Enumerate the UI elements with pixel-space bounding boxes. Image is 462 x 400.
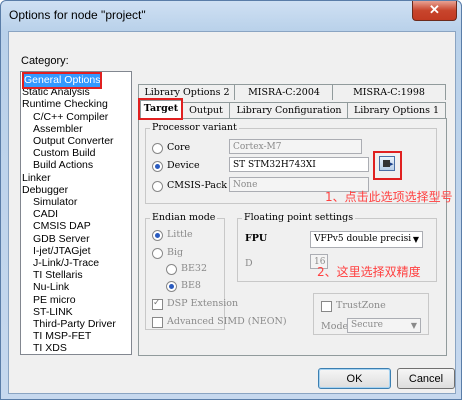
core-label: Core xyxy=(167,142,191,153)
category-item[interactable]: ST-LINK xyxy=(33,306,73,319)
category-item[interactable]: Assembler xyxy=(33,123,83,136)
little-label: Little xyxy=(167,229,193,240)
device-chip-icon xyxy=(383,160,390,167)
big-label: Big xyxy=(167,247,184,258)
category-item[interactable]: CMSIS DAP xyxy=(33,220,91,233)
category-item[interactable]: Runtime Checking xyxy=(22,98,108,111)
be8-label: BE8 xyxy=(181,280,201,291)
little-endian-radio[interactable] xyxy=(152,230,163,241)
target-tab-highlight xyxy=(138,98,183,120)
endian-mode-label: Endian mode xyxy=(150,212,218,223)
category-item[interactable]: Debugger xyxy=(22,184,68,197)
be8-radio[interactable] xyxy=(166,281,177,292)
title-bar[interactable]: Options for node "project" ✕ xyxy=(1,1,461,31)
chevron-down-icon: ▼ xyxy=(412,235,419,244)
be32-radio[interactable] xyxy=(166,264,177,275)
tab-misra-c-1998[interactable]: MISRA-C:1998 xyxy=(332,84,446,100)
target-panel: Processor variant Core Cortex-M7 Device … xyxy=(138,118,453,356)
advanced-simd-checkbox[interactable] xyxy=(152,317,163,328)
core-radio[interactable] xyxy=(152,143,163,154)
general-options-highlight xyxy=(22,72,102,89)
category-item[interactable]: CADI xyxy=(33,208,58,221)
category-item[interactable]: Linker xyxy=(22,172,51,185)
cancel-button[interactable]: Cancel xyxy=(397,368,455,389)
mode-dropdown[interactable]: Secure ▼ xyxy=(347,318,421,333)
tab-misra-c-2004[interactable]: MISRA-C:2004 xyxy=(234,84,334,100)
category-item[interactable]: TI XDS xyxy=(33,342,67,354)
dsp-extension-checkbox[interactable]: ✓ xyxy=(152,297,163,310)
advanced-simd-label: Advanced SIMD (NEON) xyxy=(167,316,287,327)
fpu-value: VFPv5 double precisi xyxy=(314,234,412,244)
cmsis-pack-radio[interactable] xyxy=(152,181,163,192)
tab-output[interactable]: Output xyxy=(181,102,231,118)
mode-value: Secure xyxy=(351,320,383,330)
category-item[interactable]: GDB Server xyxy=(33,233,90,246)
d-label: D xyxy=(245,258,253,269)
device-value-field[interactable]: ST STM32H743XI xyxy=(229,157,369,172)
select-device-button[interactable]: ▸ xyxy=(379,156,395,171)
category-item[interactable]: Build Actions xyxy=(33,159,93,172)
trustzone-label: TrustZone xyxy=(336,300,386,311)
processor-variant-label: Processor variant xyxy=(150,122,239,133)
category-list[interactable]: General Options Static Analysis Runtime Ch… xyxy=(20,71,132,355)
annotation-step-1: 1、点击此选项选择型号 xyxy=(325,190,453,204)
check-icon: ✓ xyxy=(153,297,161,307)
options-dialog: Options for node "project" ✕ Category: G… xyxy=(0,0,462,400)
dsp-extension-label: DSP Extension xyxy=(167,298,239,309)
chevron-down-icon: ▼ xyxy=(410,321,417,330)
category-item[interactable]: C/C++ Compiler xyxy=(33,111,108,124)
category-item[interactable]: TI Stellaris xyxy=(33,269,83,282)
close-button[interactable]: ✕ xyxy=(412,1,457,21)
category-item[interactable]: PE micro xyxy=(33,294,76,307)
core-value-field: Cortex-M7 xyxy=(229,139,362,154)
fpu-label: FPU xyxy=(245,233,268,244)
window-title: Options for node "project" xyxy=(9,8,146,22)
category-item[interactable]: J-Link/J-Trace xyxy=(33,257,99,270)
category-item[interactable]: Simulator xyxy=(33,196,77,209)
mode-label: Mode xyxy=(321,321,349,332)
tab-library-options-1[interactable]: Library Options 1 xyxy=(347,102,446,118)
trustzone-checkbox[interactable] xyxy=(321,301,332,312)
cmsis-pack-label: CMSIS-Pack xyxy=(167,180,228,191)
category-item[interactable]: I-jet/JTAGjet xyxy=(33,245,91,258)
floating-point-label: Floating point settings xyxy=(242,212,356,223)
category-item[interactable]: Output Converter xyxy=(33,135,114,148)
category-item[interactable]: Custom Build xyxy=(33,147,95,160)
category-item[interactable]: Nu-Link xyxy=(33,281,69,294)
big-endian-radio[interactable] xyxy=(152,248,163,259)
device-radio[interactable] xyxy=(152,161,163,172)
category-label: Category: xyxy=(21,55,69,67)
category-item[interactable]: Third-Party Driver xyxy=(33,318,116,331)
category-item[interactable]: TI MSP-FET xyxy=(33,330,91,343)
tab-library-configuration[interactable]: Library Configuration xyxy=(229,102,349,118)
fpu-dropdown[interactable]: VFPv5 double precisi ▼ xyxy=(310,231,423,248)
dialog-client-area: Category: General Options Static Analysis… xyxy=(8,31,456,394)
ok-button[interactable]: OK xyxy=(318,368,391,389)
annotation-step-2: 2、这里选择双精度 xyxy=(317,265,421,279)
arrow-icon: ▸ xyxy=(390,161,394,168)
be32-label: BE32 xyxy=(181,263,208,274)
device-label: Device xyxy=(167,160,200,171)
